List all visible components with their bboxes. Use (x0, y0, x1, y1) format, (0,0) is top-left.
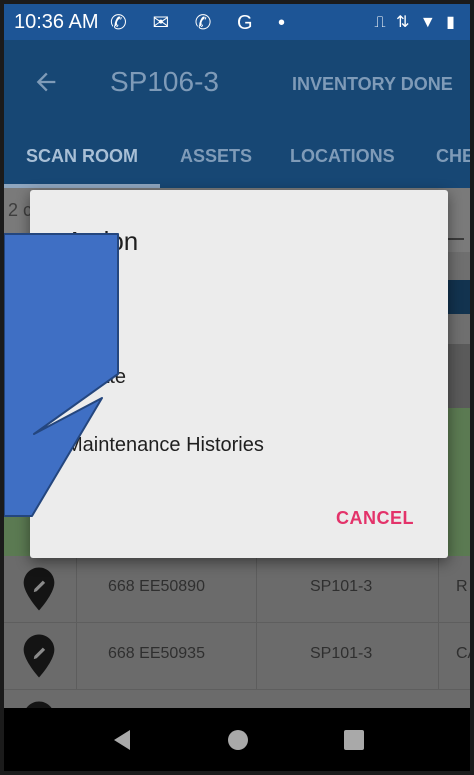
asset-number: 668 EE50890 (108, 578, 205, 595)
nav-recents-icon[interactable] (344, 730, 364, 750)
tab-locations[interactable]: LOCATIONS (290, 146, 395, 167)
nav-home-icon[interactable] (228, 730, 248, 750)
status-time: 10:36 AM (14, 11, 99, 33)
status-bar: 10:36 AM ✆ ✉ ✆ G • ⎍ ⇅ ▼ ▮ (4, 4, 470, 40)
notification-icons: ✆ ✉ ✆ G • (110, 12, 296, 34)
page-title: SP106-3 (110, 66, 219, 97)
table-row[interactable]: 668 EE50935 SP101-3 CA (4, 623, 470, 690)
phone-screen: 10:36 AM ✆ ✉ ✆ G • ⎍ ⇅ ▼ ▮ SP106-3 INVEN… (4, 4, 470, 771)
inventory-done-button[interactable]: INVENTORY DONE (292, 74, 453, 95)
system-status-icons: ⎍ ⇅ ▼ ▮ (374, 14, 458, 31)
location-pin-icon[interactable] (20, 633, 58, 679)
location-pin-icon[interactable] (20, 566, 58, 612)
column-divider (438, 556, 439, 622)
nav-back-icon[interactable] (114, 730, 130, 750)
column-divider (256, 556, 257, 622)
asset-extra: R (456, 578, 468, 595)
asset-location: SP101-3 (310, 645, 373, 662)
tab-assets[interactable]: ASSETS (180, 146, 252, 167)
dialog-item-edit[interactable]: Edit (66, 296, 100, 319)
column-divider (438, 623, 439, 689)
action-dialog: Action Edit Locate Maintenance Histories… (30, 190, 448, 558)
system-nav-bar (4, 708, 470, 771)
column-divider (76, 623, 77, 689)
column-divider (256, 623, 257, 689)
tab-scan-room[interactable]: SCAN ROOM (26, 146, 138, 167)
cancel-button[interactable]: CANCEL (336, 508, 414, 529)
dialog-title: Action (66, 226, 139, 256)
back-arrow-icon[interactable] (32, 68, 60, 96)
tab-bar: SCAN ROOM ASSETS LOCATIONS CHE (4, 124, 470, 188)
dialog-item-locate[interactable]: Locate (66, 366, 126, 389)
asset-location: SP101-3 (310, 578, 373, 595)
asset-extra: CA (456, 645, 470, 662)
column-divider (76, 556, 77, 622)
dialog-item-maintenance-histories[interactable]: Maintenance Histories (66, 434, 264, 457)
asset-number: 668 EE50935 (108, 645, 205, 662)
tab-checks[interactable]: CHE (436, 146, 470, 167)
search-input[interactable]: 2 c (8, 200, 32, 221)
table-row[interactable]: 668 EE50890 SP101-3 R (4, 556, 470, 623)
app-bar: SP106-3 INVENTORY DONE (4, 40, 470, 124)
